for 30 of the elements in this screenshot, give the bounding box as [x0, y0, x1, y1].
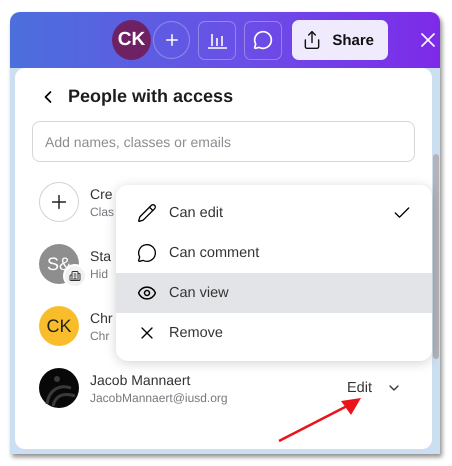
search-field[interactable]: Add names, classes or emails	[32, 121, 415, 162]
share-icon	[302, 30, 322, 50]
menu-item-label: Can comment	[169, 245, 260, 261]
menu-item[interactable]: Can comment	[116, 233, 432, 273]
menu-item[interactable]: Can edit	[116, 193, 432, 233]
menu-item[interactable]: Can view	[116, 273, 432, 313]
menu-item-label: Remove	[169, 325, 224, 341]
person-name: Chr	[90, 310, 113, 326]
panel-title: People with access	[68, 86, 234, 107]
person-name: Sta	[90, 248, 112, 264]
comment-button[interactable]	[244, 20, 282, 60]
share-button[interactable]: Share	[292, 20, 388, 60]
pencil-icon	[137, 203, 157, 223]
menu-item[interactable]: Remove	[116, 313, 432, 353]
role-dropdown[interactable]: Edit	[347, 380, 402, 396]
user-avatar[interactable]: CK	[112, 20, 152, 60]
person-detail: JacobMannaert@iusd.org	[90, 390, 228, 404]
comment-icon	[253, 30, 274, 50]
menu-item-label: Can view	[169, 285, 230, 301]
comment-icon	[137, 243, 157, 263]
person-name: Jacob Mannaert	[90, 372, 190, 388]
person-detail: Hid	[90, 266, 108, 280]
chart-button[interactable]	[198, 20, 236, 60]
add-button[interactable]	[39, 182, 79, 222]
person-detail: Chr	[90, 328, 110, 342]
menu-item-label: Can edit	[169, 205, 224, 221]
avatar-icon	[39, 368, 79, 408]
user-avatar: CK	[39, 306, 79, 346]
person-name: Cre	[90, 186, 113, 202]
person-detail: Clas	[90, 204, 114, 218]
